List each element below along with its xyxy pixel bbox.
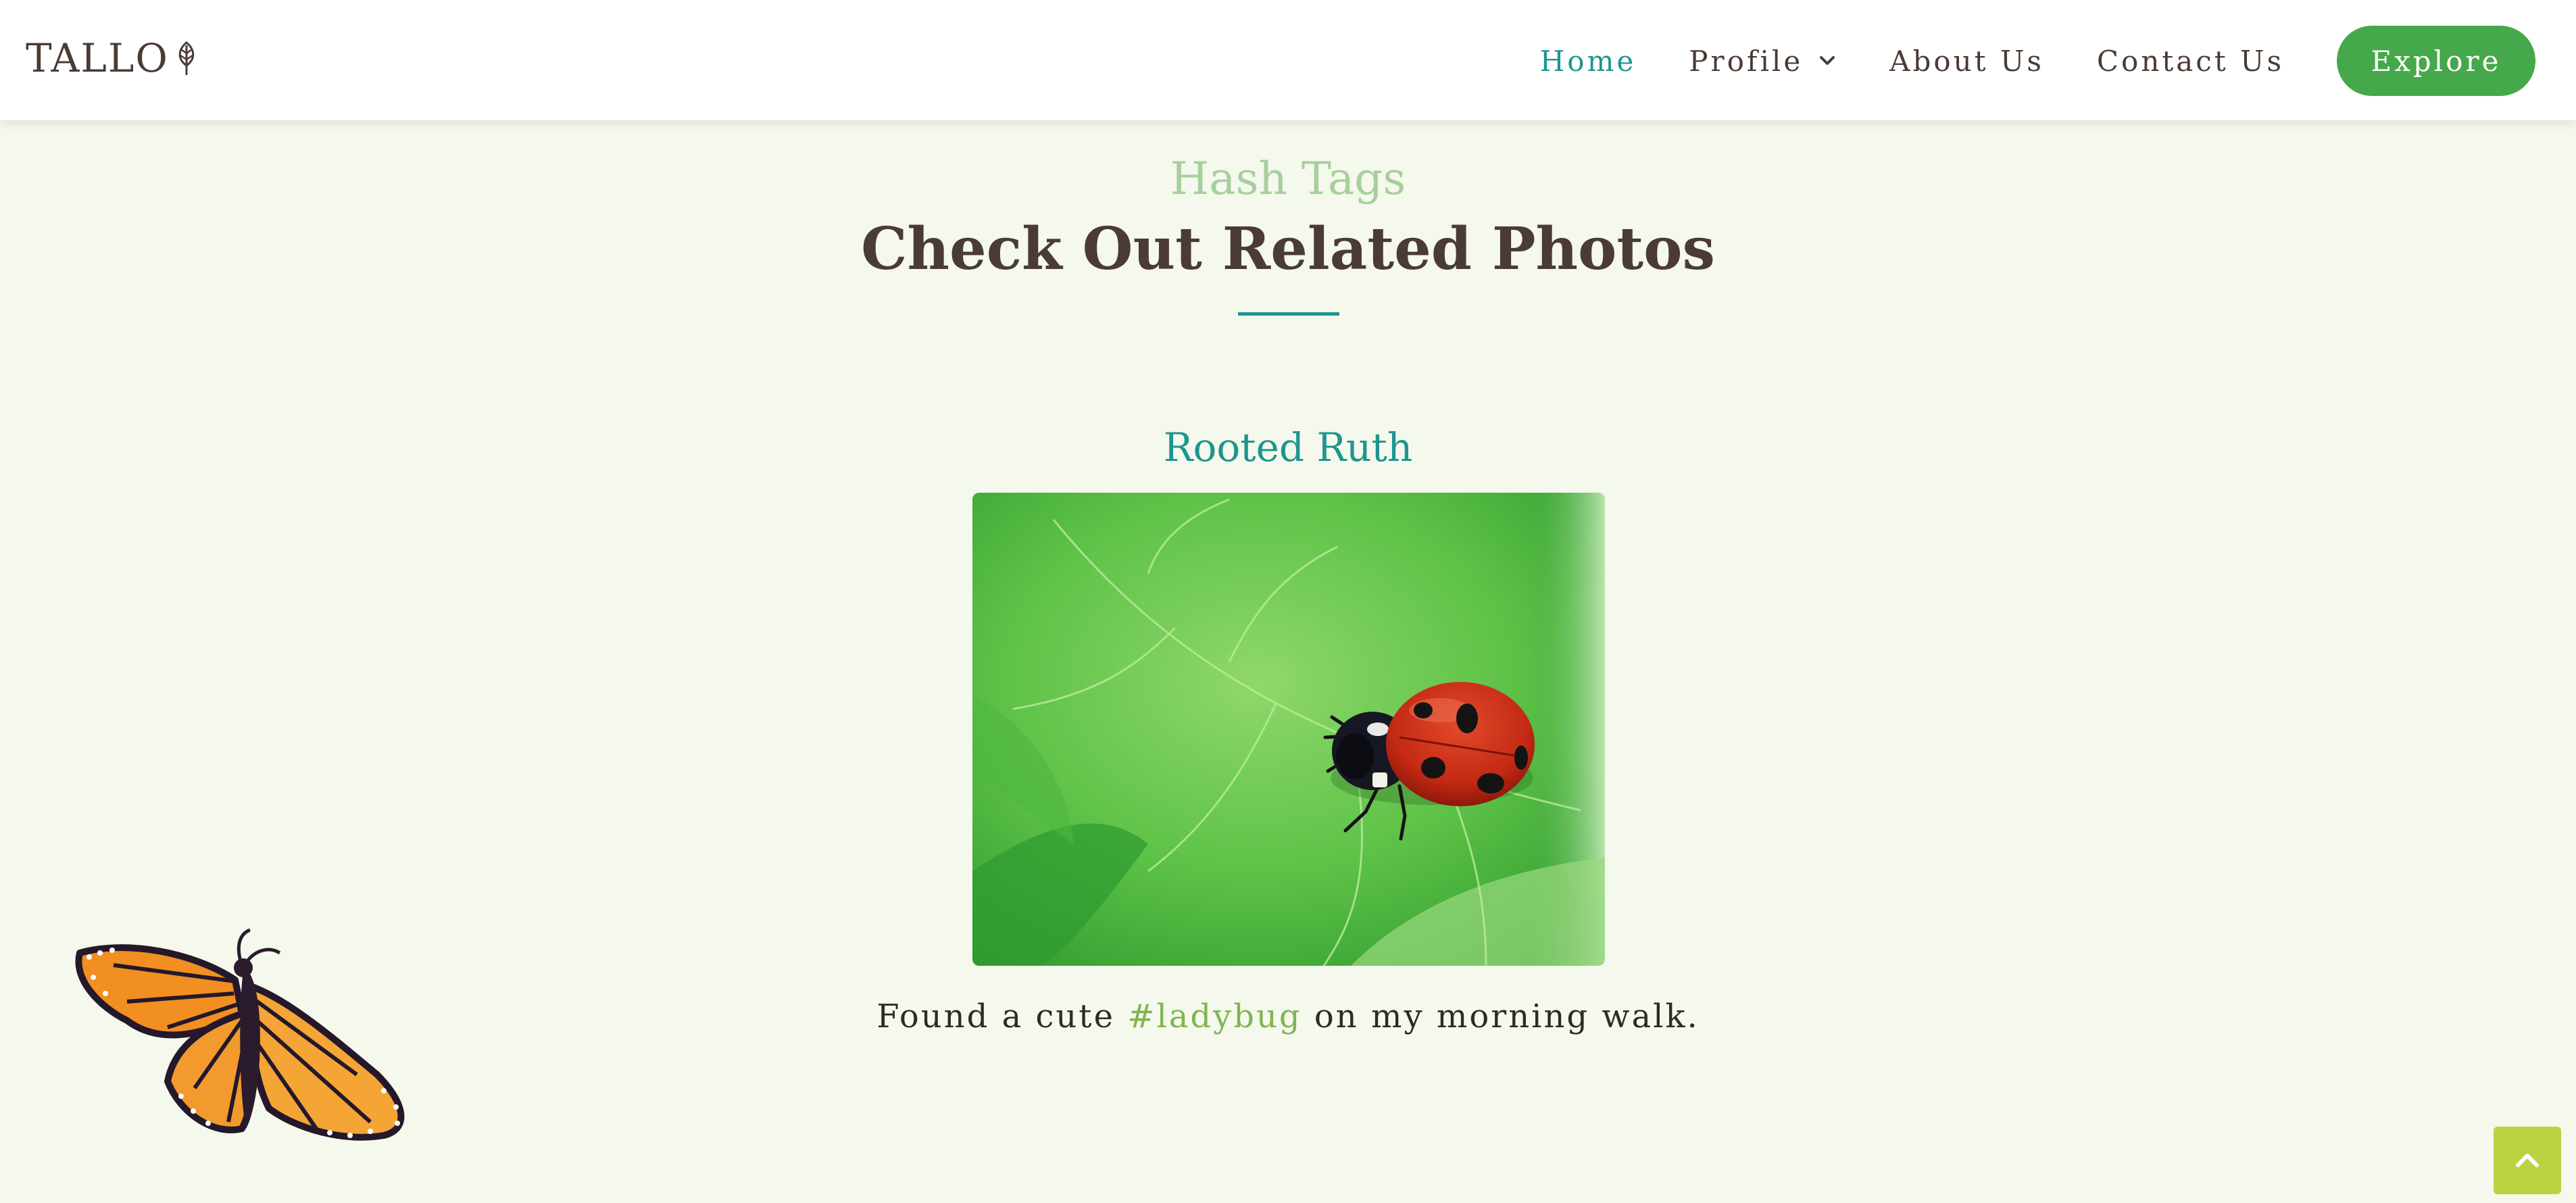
nav-home[interactable]: Home <box>1540 45 1637 78</box>
post-author[interactable]: Rooted Ruth <box>0 424 2576 470</box>
ladybug-photo-illustration <box>972 493 1605 966</box>
caption-text-after: on my morning walk. <box>1302 998 1700 1035</box>
chevron-down-icon <box>1820 56 1835 65</box>
chevron-up-icon <box>2516 1154 2539 1167</box>
explore-button[interactable]: Explore <box>2337 26 2535 96</box>
post-photo[interactable] <box>972 493 1605 966</box>
section-eyebrow: Hash Tags <box>1170 153 1406 205</box>
logo-text: TALLO <box>26 35 169 81</box>
site-logo[interactable]: TALLO <box>26 35 200 81</box>
hashtag-link[interactable]: #ladybug <box>1127 998 1302 1035</box>
leaf-icon <box>178 41 195 75</box>
butterfly-illustration <box>75 928 405 1141</box>
section-title: Check Out Related Photos <box>861 215 1715 283</box>
back-to-top-button[interactable] <box>2494 1127 2561 1194</box>
nav-profile-label: Profile <box>1689 44 1804 78</box>
nav-contact-us[interactable]: Contact Us <box>2097 45 2284 78</box>
title-divider <box>1238 312 1339 316</box>
site-header: TALLO Home Profile About Us Contact Us E… <box>0 0 2576 120</box>
nav-profile[interactable]: Profile <box>1689 45 1837 78</box>
nav-about-us[interactable]: About Us <box>1889 45 2044 78</box>
caption-text-before: Found a cute <box>876 998 1128 1035</box>
main-nav: Home Profile About Us Contact Us Explore <box>1487 26 2535 96</box>
